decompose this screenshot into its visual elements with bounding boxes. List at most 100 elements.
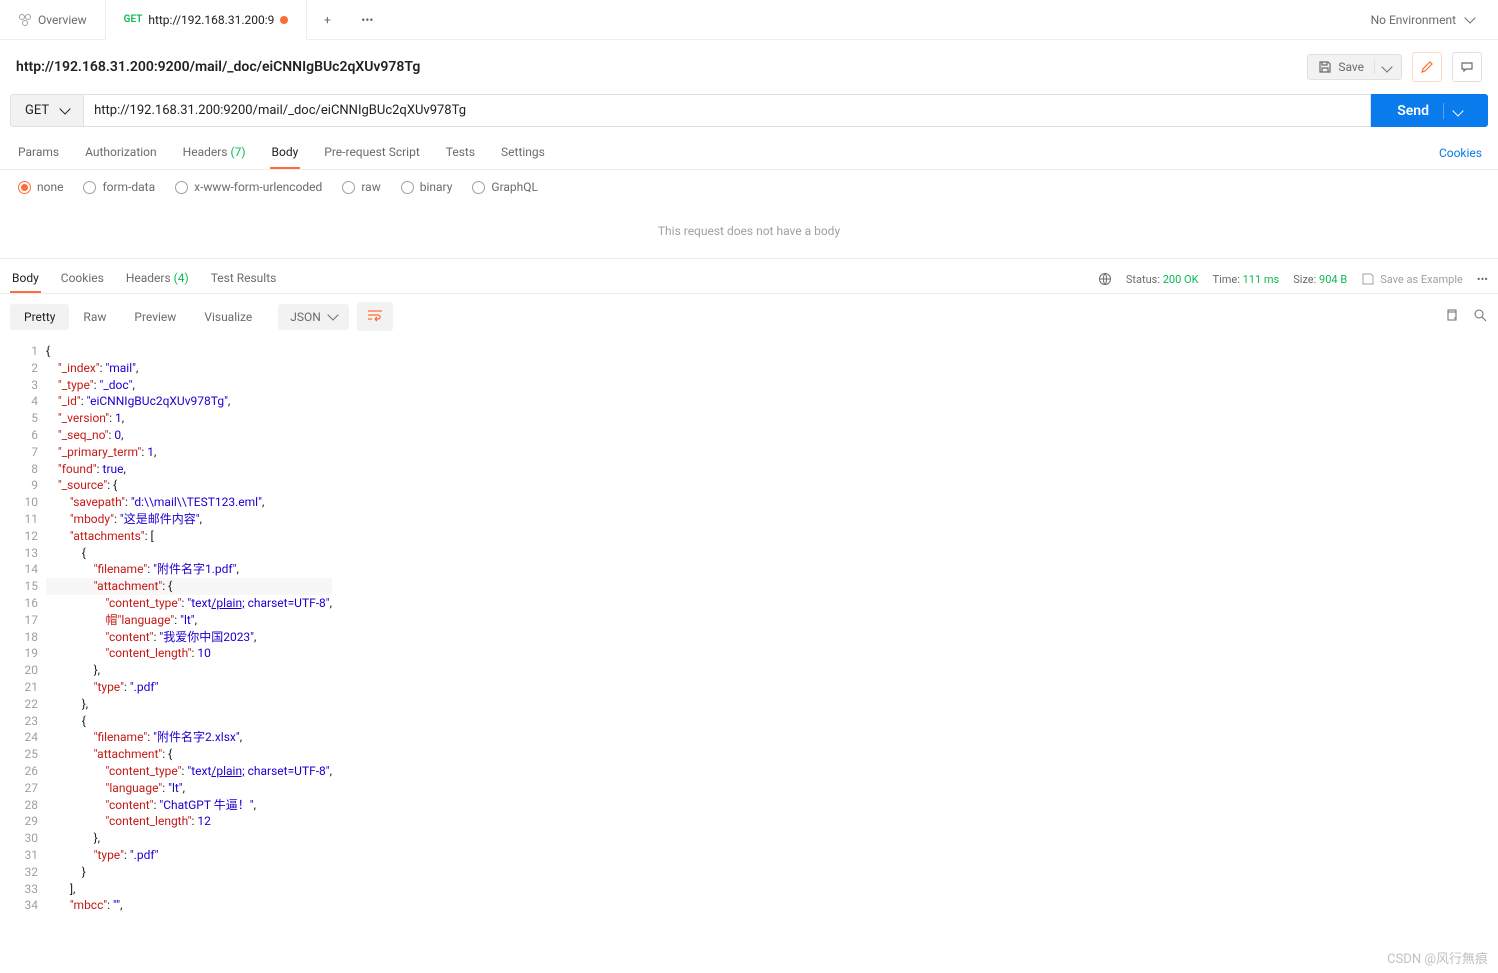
chevron-down-icon bbox=[327, 309, 338, 320]
chevron-down-icon bbox=[1464, 12, 1475, 23]
body-types: none form-data x-www-form-urlencoded raw… bbox=[0, 170, 1498, 204]
send-label: Send bbox=[1397, 103, 1429, 119]
tab-tests[interactable]: Tests bbox=[444, 137, 477, 169]
tab-request-title: http://192.168.31.200:9 bbox=[148, 13, 274, 27]
unsaved-dot-icon bbox=[280, 16, 288, 24]
size-text: Size: 904 B bbox=[1293, 273, 1347, 286]
save-label: Save bbox=[1338, 60, 1364, 74]
comment-icon bbox=[1460, 60, 1474, 74]
save-icon bbox=[1361, 272, 1375, 286]
body-type-none[interactable]: none bbox=[18, 180, 63, 194]
wrap-icon bbox=[367, 308, 383, 322]
tab-headers[interactable]: Headers (7) bbox=[181, 137, 248, 169]
body-type-label: binary bbox=[420, 180, 453, 194]
chevron-down-icon bbox=[59, 103, 70, 114]
tab-params[interactable]: Params bbox=[16, 137, 61, 169]
radio-icon bbox=[83, 181, 96, 194]
radio-icon bbox=[175, 181, 188, 194]
resp-headers-count: (4) bbox=[174, 271, 189, 285]
cookies-link[interactable]: Cookies bbox=[1439, 138, 1482, 168]
resp-tab-body[interactable]: Body bbox=[10, 265, 41, 293]
environment-select[interactable]: No Environment bbox=[1347, 13, 1498, 27]
line-gutter: 1234567891011121314151617181920212223242… bbox=[0, 339, 46, 918]
tab-overview-label: Overview bbox=[38, 13, 87, 27]
body-type-formdata[interactable]: form-data bbox=[83, 180, 155, 194]
format-select[interactable]: JSON bbox=[278, 304, 349, 330]
body-type-raw[interactable]: raw bbox=[342, 180, 380, 194]
tab-overview[interactable]: Overview bbox=[0, 0, 106, 40]
view-raw[interactable]: Raw bbox=[69, 304, 120, 330]
more-button[interactable]: ••• bbox=[1477, 273, 1488, 286]
title-actions: Save bbox=[1307, 52, 1482, 82]
time-text: Time: 111 ms bbox=[1213, 273, 1280, 286]
view-right-actions bbox=[1444, 308, 1488, 326]
save-icon bbox=[1318, 60, 1332, 74]
tab-more-button[interactable]: ••• bbox=[347, 13, 387, 27]
tab-method-label: GET bbox=[124, 14, 143, 25]
comment-button[interactable] bbox=[1452, 52, 1482, 82]
save-button[interactable]: Save bbox=[1307, 54, 1402, 80]
tabs-bar: Overview GET http://192.168.31.200:9 + •… bbox=[0, 0, 1498, 40]
format-label: JSON bbox=[290, 310, 321, 324]
save-chevron[interactable] bbox=[1374, 60, 1391, 74]
copy-button[interactable] bbox=[1444, 308, 1459, 326]
body-type-label: none bbox=[37, 180, 63, 194]
body-type-binary[interactable]: binary bbox=[401, 180, 453, 194]
body-type-label: x-www-form-urlencoded bbox=[194, 180, 322, 194]
response-status: Status: 200 OK Time: 111 ms Size: 904 B … bbox=[1098, 272, 1488, 286]
radio-icon bbox=[472, 181, 485, 194]
send-button[interactable]: Send bbox=[1371, 94, 1488, 127]
resp-tab-headers[interactable]: Headers (4) bbox=[124, 265, 191, 293]
code-content[interactable]: { "_index": "mail", "_type": "_doc", "_i… bbox=[46, 339, 332, 918]
headers-label: Headers bbox=[183, 145, 228, 159]
watermark: CSDN @风行無痕 bbox=[1387, 948, 1488, 967]
response-tabs: Body Cookies Headers (4) Test Results St… bbox=[0, 259, 1498, 294]
tab-body[interactable]: Body bbox=[270, 137, 301, 169]
view-preview[interactable]: Preview bbox=[120, 304, 190, 330]
environment-label: No Environment bbox=[1371, 13, 1456, 27]
wrap-button[interactable] bbox=[357, 302, 393, 331]
request-tabs: Params Authorization Headers (7) Body Pr… bbox=[0, 137, 1498, 170]
view-visualize[interactable]: Visualize bbox=[190, 304, 266, 330]
new-tab-button[interactable]: + bbox=[307, 13, 347, 27]
body-type-label: raw bbox=[361, 180, 380, 194]
tab-authorization[interactable]: Authorization bbox=[83, 137, 159, 169]
url-input[interactable] bbox=[83, 94, 1371, 127]
request-title: http://192.168.31.200:9200/mail/_doc/eiC… bbox=[16, 59, 420, 75]
view-row: Pretty Raw Preview Visualize JSON bbox=[0, 294, 1498, 339]
url-row: GET Send bbox=[0, 94, 1498, 137]
body-type-graphql[interactable]: GraphQL bbox=[472, 180, 538, 194]
tab-request[interactable]: GET http://192.168.31.200:9 bbox=[106, 0, 308, 40]
send-chevron[interactable] bbox=[1443, 103, 1462, 119]
search-icon bbox=[1473, 308, 1488, 323]
copy-icon bbox=[1444, 308, 1459, 323]
title-row: http://192.168.31.200:9200/mail/_doc/eiC… bbox=[0, 40, 1498, 94]
code-area: 1234567891011121314151617181920212223242… bbox=[0, 339, 1498, 918]
pencil-icon bbox=[1420, 60, 1434, 74]
tab-prerequest[interactable]: Pre-request Script bbox=[322, 137, 421, 169]
save-as-example-button[interactable]: Save as Example bbox=[1361, 272, 1463, 286]
chevron-down-icon bbox=[1381, 61, 1392, 72]
tab-settings[interactable]: Settings bbox=[499, 137, 547, 169]
edit-button[interactable] bbox=[1412, 52, 1442, 82]
radio-icon bbox=[18, 181, 31, 194]
body-type-label: form-data bbox=[102, 180, 155, 194]
body-type-label: GraphQL bbox=[491, 180, 538, 194]
search-button[interactable] bbox=[1473, 308, 1488, 326]
save-example-label: Save as Example bbox=[1380, 273, 1463, 286]
resp-headers-label: Headers bbox=[126, 271, 171, 285]
no-body-message: This request does not have a body bbox=[0, 204, 1498, 259]
body-type-xwww[interactable]: x-www-form-urlencoded bbox=[175, 180, 322, 194]
headers-count: (7) bbox=[230, 145, 245, 159]
resp-tab-results[interactable]: Test Results bbox=[209, 265, 279, 293]
overview-icon bbox=[18, 13, 32, 27]
radio-icon bbox=[401, 181, 414, 194]
method-label: GET bbox=[25, 103, 49, 118]
status-text: Status: 200 OK bbox=[1126, 273, 1199, 286]
method-select[interactable]: GET bbox=[10, 94, 83, 127]
radio-icon bbox=[342, 181, 355, 194]
view-pretty[interactable]: Pretty bbox=[10, 304, 69, 330]
globe-icon bbox=[1098, 272, 1112, 286]
chevron-down-icon bbox=[1452, 105, 1463, 116]
resp-tab-cookies[interactable]: Cookies bbox=[59, 265, 106, 293]
